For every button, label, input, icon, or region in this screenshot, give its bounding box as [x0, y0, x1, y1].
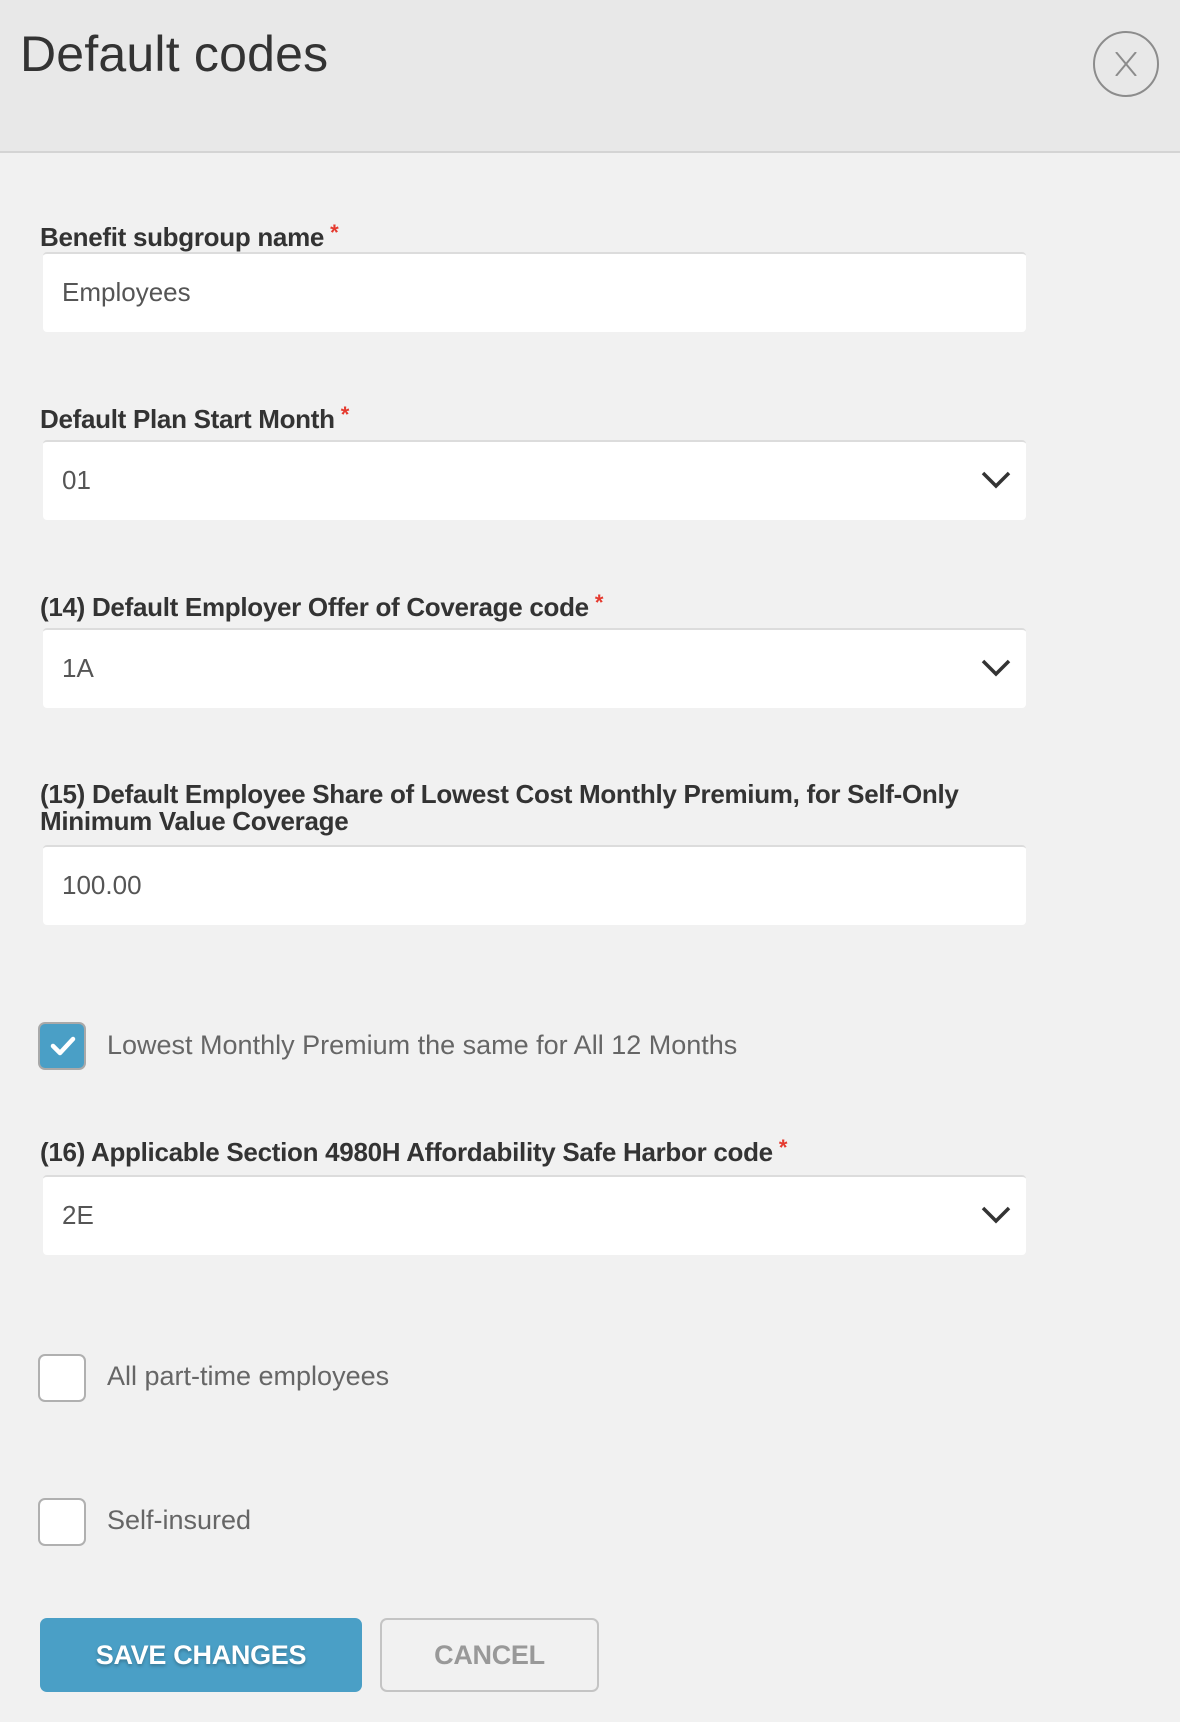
employee-share-label-line1: (15) Default Employee Share of Lowest Co…: [40, 779, 959, 809]
dialog-header: Default codes: [0, 0, 1180, 153]
all-part-time-checkbox[interactable]: [38, 1354, 86, 1402]
required-asterisk: *: [340, 402, 350, 427]
plan-start-month-label: Default Plan Start Month *: [40, 402, 350, 435]
chevron-down-icon: [981, 659, 1011, 677]
offer-of-coverage-label: (14) Default Employer Offer of Coverage …: [40, 590, 604, 623]
self-insured-label[interactable]: Self-insured: [107, 1505, 251, 1535]
plan-start-month-label-text: Default Plan Start Month: [40, 404, 335, 434]
employee-share-value: 100.00: [62, 870, 142, 900]
safe-harbor-select[interactable]: 2E: [43, 1175, 1026, 1255]
subgroup-name-value: Employees: [62, 277, 191, 307]
safe-harbor-value: 2E: [62, 1200, 94, 1230]
offer-of-coverage-label-text: (14) Default Employer Offer of Coverage …: [40, 592, 589, 622]
required-asterisk: *: [330, 220, 339, 245]
same-all-months-label[interactable]: Lowest Monthly Premium the same for All …: [107, 1030, 737, 1060]
subgroup-name-input[interactable]: Employees: [43, 252, 1026, 332]
employee-share-input[interactable]: 100.00: [43, 845, 1026, 925]
chevron-down-icon: [981, 471, 1011, 489]
safe-harbor-label-text: (16) Applicable Section 4980H Affordabil…: [40, 1137, 773, 1167]
safe-harbor-label: (16) Applicable Section 4980H Affordabil…: [40, 1135, 788, 1168]
same-all-months-checkbox[interactable]: [38, 1022, 86, 1070]
plan-start-month-select[interactable]: 01: [43, 440, 1026, 520]
all-part-time-label[interactable]: All part-time employees: [107, 1361, 389, 1391]
cancel-button[interactable]: CANCEL: [380, 1618, 599, 1692]
dialog-title: Default codes: [20, 26, 329, 82]
required-asterisk: *: [778, 1135, 788, 1160]
offer-of-coverage-select[interactable]: 1A: [43, 628, 1026, 708]
plan-start-month-value: 01: [62, 465, 91, 495]
checkmark-icon: [50, 1036, 76, 1056]
close-button[interactable]: [1093, 31, 1159, 97]
close-icon: [1115, 52, 1137, 76]
save-changes-button[interactable]: SAVE CHANGES: [40, 1618, 362, 1692]
offer-of-coverage-value: 1A: [62, 653, 94, 683]
employee-share-label-line2: Minimum Value Coverage: [40, 806, 349, 836]
chevron-down-icon: [981, 1206, 1011, 1224]
self-insured-checkbox[interactable]: [38, 1498, 86, 1546]
required-asterisk: *: [594, 590, 604, 615]
subgroup-name-label: Benefit subgroup name *: [40, 220, 339, 253]
employee-share-label: (15) Default Employee Share of Lowest Co…: [40, 781, 959, 835]
subgroup-name-label-text: Benefit subgroup name: [40, 222, 325, 252]
